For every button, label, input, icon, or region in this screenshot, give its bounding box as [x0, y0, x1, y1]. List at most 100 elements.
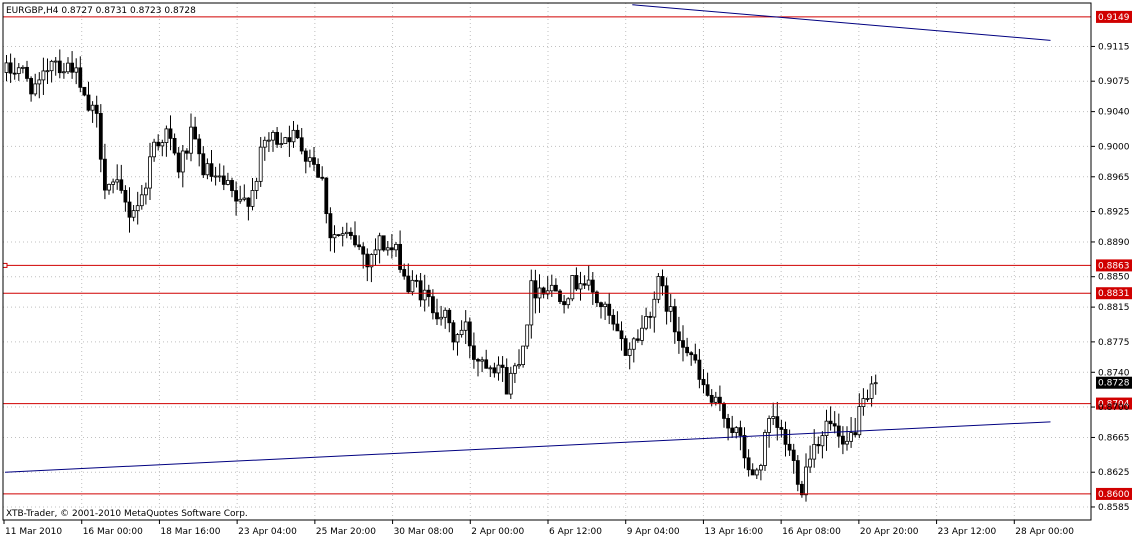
candle-body [94, 104, 99, 114]
candle-body [225, 180, 230, 185]
candle-body [447, 309, 452, 324]
level-price-label: 0.8863 [1098, 261, 1130, 271]
candle-body [873, 382, 878, 385]
candle-body [517, 364, 521, 367]
candle-body [853, 432, 858, 436]
candle-body [668, 306, 673, 312]
candle-body [795, 460, 800, 485]
candle-body [193, 126, 198, 140]
candle-body [746, 457, 751, 471]
candle-body [767, 418, 771, 433]
price-tick-label: 0.8815 [1098, 303, 1130, 313]
candle-body [865, 397, 870, 400]
candle-body [262, 139, 267, 148]
candle-body [603, 303, 607, 308]
candle-body [205, 163, 210, 176]
price-tick-label: 0.9115 [1098, 42, 1130, 52]
candle-body [242, 197, 247, 200]
price-tick-label: 0.9040 [1098, 108, 1130, 118]
candle-body [697, 359, 702, 380]
candle-body [824, 420, 829, 437]
candle-body [37, 79, 42, 85]
candle-body [738, 427, 743, 436]
price-tick-label: 0.8925 [1098, 208, 1130, 218]
candle-body [439, 316, 444, 320]
candle-body [33, 83, 38, 95]
time-tick-label: 23 Apr 12:00 [938, 527, 997, 537]
candle-body [221, 175, 226, 185]
candle-body [484, 359, 489, 369]
candle-body [410, 279, 415, 293]
candle-body [78, 67, 83, 88]
level-selection-handle[interactable] [2, 262, 8, 268]
candle-body [357, 244, 362, 248]
current-price-label: 0.8728 [1098, 379, 1130, 389]
level-price-label: 0.8600 [1098, 490, 1130, 500]
price-chart[interactable]: 0.91490.88630.88310.87040.86000.8728 0.9… [0, 0, 1132, 539]
candle-body [164, 128, 169, 143]
candle-body [291, 129, 296, 143]
candle-body [709, 394, 714, 403]
candle-body [599, 302, 603, 308]
candle-body [361, 246, 366, 255]
candle-body [812, 443, 817, 460]
candle-body [660, 276, 665, 287]
candle-body [275, 131, 280, 145]
candle-body [800, 483, 804, 496]
candle-body [123, 189, 128, 203]
candle-body [377, 235, 382, 251]
candle-body [734, 427, 739, 433]
price-tick-label: 0.8850 [1098, 273, 1130, 283]
candle-body [771, 416, 776, 419]
candle-body [414, 279, 419, 282]
candle-body [381, 235, 386, 251]
candle-body [521, 345, 525, 366]
candle-body [344, 231, 349, 235]
candle-body [4, 62, 9, 73]
candle-body [119, 179, 124, 191]
candle-body [504, 367, 509, 395]
candle-body [86, 94, 91, 111]
candle-body [213, 175, 218, 178]
candle-body [394, 243, 398, 251]
candle-body [701, 378, 706, 386]
candle-body [402, 269, 407, 277]
candle-body [201, 153, 206, 176]
price-tick-label: 0.8585 [1098, 503, 1130, 513]
time-tick-label: 16 Mar 00:00 [83, 527, 143, 537]
candle-body [816, 443, 821, 447]
candle-body [636, 338, 640, 341]
candle-body [730, 427, 735, 433]
candle-body [90, 104, 95, 111]
candle-body [705, 384, 710, 396]
candle-body [566, 298, 571, 306]
candle-body [389, 247, 394, 251]
time-tick-label: 6 Apr 12:00 [549, 527, 602, 537]
candle-body [184, 150, 189, 154]
candle-body [41, 70, 46, 81]
chart-background [0, 0, 1132, 539]
candle-body [406, 275, 411, 293]
candle-body [418, 280, 423, 301]
candle-body [49, 60, 54, 72]
candle-body [168, 128, 173, 139]
chart-window[interactable]: 0.9149 0.8863 0.8831 0.8704 0.8600 0.8728 0.9… [0, 0, 1132, 539]
price-tick-label: 0.8890 [1098, 238, 1130, 248]
candle-body [713, 396, 718, 403]
candle-body [471, 345, 476, 360]
time-tick-label: 18 Mar 16:00 [160, 527, 220, 537]
candle-body [254, 180, 259, 191]
candle-body [115, 179, 120, 183]
candle-body [619, 330, 624, 340]
level-price-label: 0.9149 [1098, 13, 1130, 23]
candle-body [480, 359, 485, 362]
candle-body [586, 279, 591, 286]
candle-body [578, 283, 583, 290]
candle-body [693, 354, 698, 361]
candle-body [148, 156, 152, 189]
candle-body [385, 247, 390, 251]
candle-body [787, 443, 792, 451]
candle-body [463, 321, 468, 331]
candle-body [250, 190, 255, 207]
candle-body [554, 284, 558, 292]
